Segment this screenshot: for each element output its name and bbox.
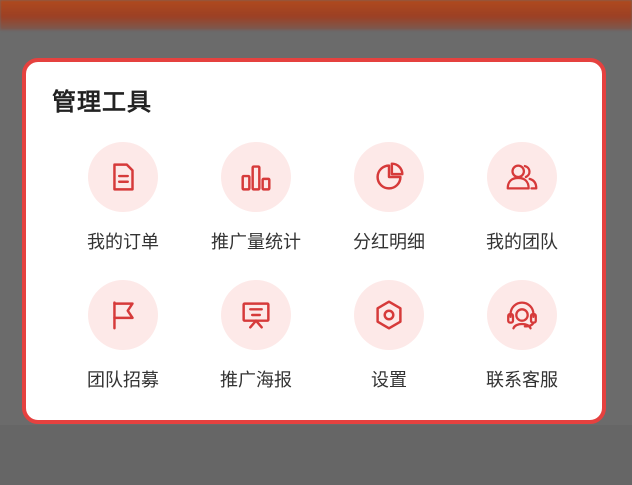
tool-icon-circle <box>221 280 291 350</box>
tool-dividend-details[interactable]: 分红明细 <box>329 142 449 262</box>
flag-icon <box>113 301 134 330</box>
tool-promotion-poster[interactable]: 推广海报 <box>196 280 316 400</box>
tool-icon-circle <box>354 142 424 212</box>
tool-label: 设置 <box>371 370 407 391</box>
tool-icon-circle <box>88 142 158 212</box>
tool-icon-circle <box>487 280 557 350</box>
management-tools-panel: 管理工具 我的订单 推广量统计 分红明细 我的团队 团队招募 推广海报 设置 联… <box>22 58 606 424</box>
settings-hexagon-icon <box>376 300 402 330</box>
tool-label: 推广量统计 <box>211 232 301 253</box>
overlay-shade <box>0 425 632 485</box>
document-icon <box>113 163 134 191</box>
tool-label: 我的订单 <box>87 232 159 253</box>
tool-label: 联系客服 <box>486 370 558 391</box>
tool-icon-circle <box>354 280 424 350</box>
top-banner-background <box>0 0 632 30</box>
tool-icon-circle <box>88 280 158 350</box>
pie-chart-icon <box>376 162 404 190</box>
tool-my-team[interactable]: 我的团队 <box>462 142 582 262</box>
panel-title: 管理工具 <box>52 88 152 116</box>
tool-label: 团队招募 <box>87 370 159 391</box>
bar-chart-icon <box>241 165 271 191</box>
tool-settings[interactable]: 设置 <box>329 280 449 400</box>
headset-icon <box>507 301 537 330</box>
tool-label: 推广海报 <box>220 370 292 391</box>
users-icon <box>506 164 538 190</box>
tool-label: 我的团队 <box>486 232 558 253</box>
tool-my-orders[interactable]: 我的订单 <box>63 142 183 262</box>
tool-customer-service[interactable]: 联系客服 <box>462 280 582 400</box>
tool-icon-circle <box>221 142 291 212</box>
presentation-icon <box>242 302 270 329</box>
tool-label: 分红明细 <box>353 232 425 253</box>
tool-team-recruit[interactable]: 团队招募 <box>63 280 183 400</box>
tool-icon-circle <box>487 142 557 212</box>
tool-promotion-stats[interactable]: 推广量统计 <box>196 142 316 262</box>
